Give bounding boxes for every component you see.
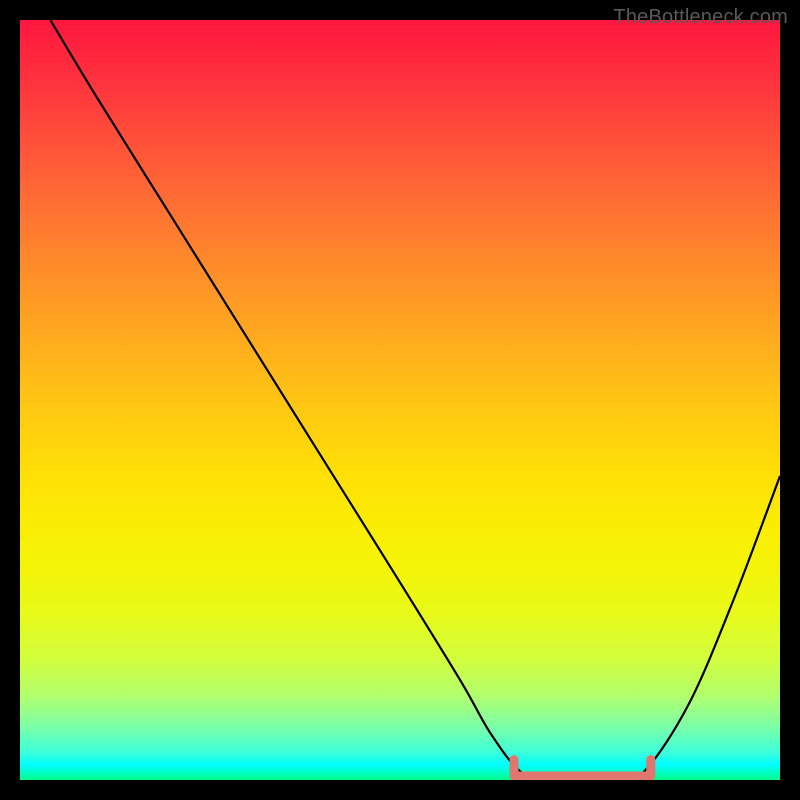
chart-plot-area (20, 20, 780, 780)
chart-svg (20, 20, 780, 780)
bottleneck-curve (50, 20, 780, 780)
watermark-text: TheBottleneck.com (613, 6, 788, 29)
